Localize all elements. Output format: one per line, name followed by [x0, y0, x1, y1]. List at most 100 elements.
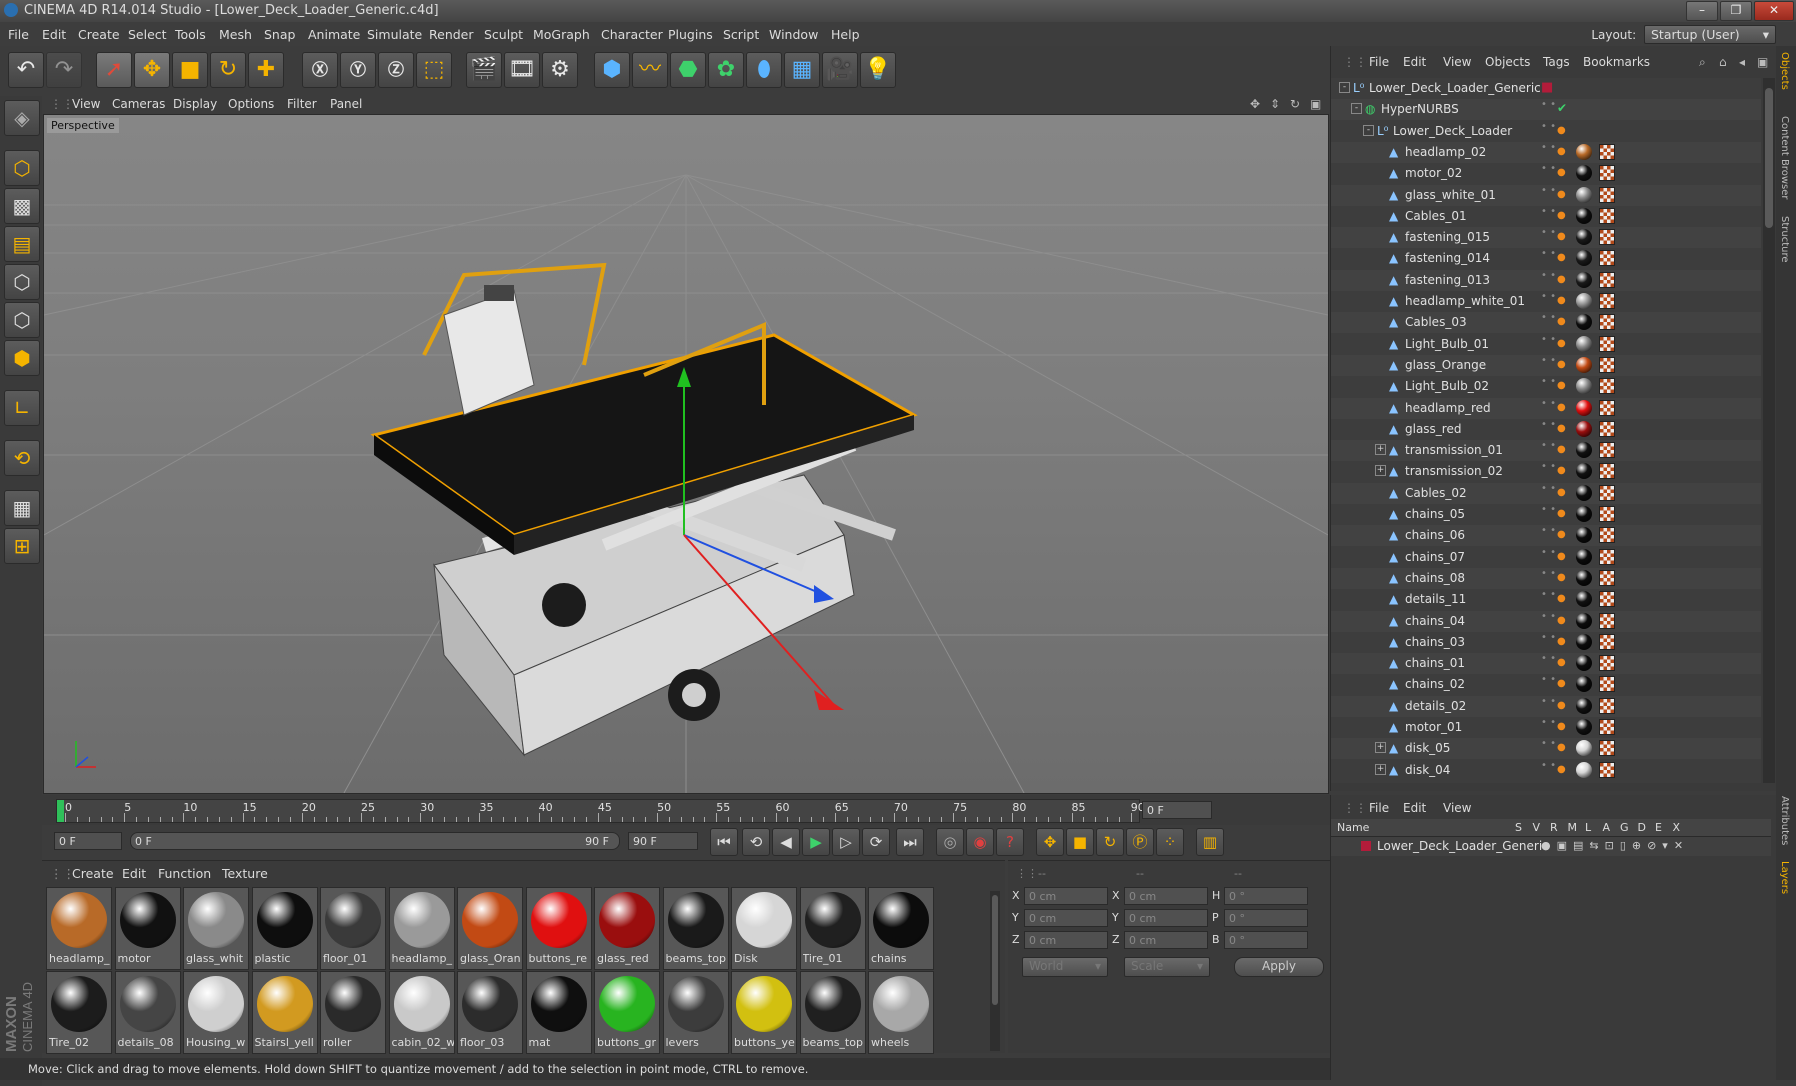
object-row[interactable]: ▲ Light_Bulb_02 • • ● [1331, 376, 1761, 397]
coord-rotation-field[interactable]: 0 ° [1224, 909, 1308, 927]
menu-create[interactable]: Create [78, 27, 120, 42]
material-swatch[interactable]: glass_Oran [457, 887, 523, 970]
object-row[interactable]: ▲ chains_05 • • ● [1331, 504, 1761, 525]
cloner-icon[interactable]: ✿ [708, 52, 744, 88]
object-row[interactable]: - L⁰ Lower_Deck_Loader_Generic ■ [1331, 78, 1761, 99]
viewport-menu-filter[interactable]: Filter [287, 97, 317, 111]
material-swatch[interactable]: buttons_gr [594, 971, 660, 1054]
go-to-start-icon[interactable]: ⏮ [710, 828, 738, 856]
side-tab-attributes[interactable]: Attributes [1779, 796, 1790, 845]
object-name[interactable]: chains_07 [1405, 550, 1465, 564]
material-tag-icon[interactable] [1576, 740, 1592, 757]
uvw-tag-icon[interactable] [1599, 484, 1615, 501]
layer-flags-icons[interactable]: ●▣▤⇆⊡▯⊕⊘▾✕ [1541, 839, 1689, 852]
material-swatch[interactable]: headlamp_ [46, 887, 112, 970]
uvw-tag-icon[interactable] [1599, 612, 1615, 629]
search-icon[interactable]: ⌕ [1699, 55, 1706, 70]
object-name[interactable]: transmission_02 [1405, 464, 1503, 478]
phong-tag-icon[interactable]: ● [1557, 167, 1566, 178]
material-tag-icon[interactable] [1576, 527, 1592, 544]
material-tag-icon[interactable] [1576, 442, 1592, 459]
object-name[interactable]: chains_02 [1405, 677, 1465, 691]
object-row[interactable]: - L⁰ Lower_Deck_Loader • • ● [1331, 121, 1761, 142]
viewport-menu-view[interactable]: View [72, 97, 100, 111]
phong-tag-icon[interactable]: ● [1557, 508, 1566, 519]
phong-tag-icon[interactable]: ● [1557, 252, 1566, 263]
menu-simulate[interactable]: Simulate [367, 27, 422, 42]
uvw-tag-icon[interactable] [1599, 186, 1615, 203]
object-name[interactable]: headlamp_red [1405, 401, 1491, 415]
undo-icon[interactable]: ↶ [8, 52, 44, 88]
rotate-tool-icon[interactable]: ↻ [210, 52, 246, 88]
locked-workplane-icon[interactable]: ⊞ [4, 528, 40, 564]
object-row[interactable]: ▲ chains_04 • • ● [1331, 610, 1761, 632]
phong-tag-icon[interactable]: ● [1557, 636, 1566, 647]
collapse-icon[interactable]: - [1351, 103, 1362, 115]
layer-column-a[interactable]: A [1603, 821, 1611, 834]
object-row[interactable]: ▲ Light_Bulb_01 • • ● [1331, 334, 1761, 355]
material-scrollbar[interactable] [990, 891, 1000, 1051]
layer-column-x[interactable]: X [1673, 821, 1681, 834]
menu-character[interactable]: Character [601, 27, 663, 42]
side-tab-content-browser[interactable]: Content Browser [1779, 116, 1790, 199]
live-selection-icon[interactable]: ➚ [96, 52, 132, 88]
material-tag-icon[interactable] [1576, 143, 1592, 160]
render-picture-viewer-icon[interactable]: 🎞 [504, 52, 540, 88]
phong-tag-icon[interactable]: ● [1557, 529, 1566, 540]
object-name[interactable]: motor_01 [1405, 720, 1462, 734]
subdivision-icon[interactable]: ⬣ [670, 52, 706, 88]
object-row[interactable]: ▲ chains_03 • • ● [1331, 632, 1761, 653]
phong-tag-icon[interactable]: ● [1557, 657, 1566, 668]
phong-tag-icon[interactable]: ● [1557, 764, 1566, 775]
object-row[interactable]: ▲ fastening_015 • • ● [1331, 227, 1761, 249]
material-menu-texture[interactable]: Texture [222, 866, 268, 881]
phong-tag-icon[interactable]: ● [1557, 742, 1566, 753]
material-tag-icon[interactable] [1576, 186, 1592, 203]
menu-render[interactable]: Render [429, 27, 474, 42]
phong-tag-icon[interactable]: ● [1557, 678, 1566, 689]
polygons-mode-icon[interactable]: ⬢ [4, 340, 40, 376]
maximize-button[interactable]: ❐ [1720, 1, 1752, 21]
uvw-tag-icon[interactable] [1599, 569, 1615, 586]
expand-icon[interactable]: + [1375, 444, 1386, 456]
object-row[interactable]: ▲ Cables_02 • • ● [1331, 482, 1761, 504]
menu-help[interactable]: Help [831, 27, 860, 42]
coord-position-field[interactable]: 0 cm [1024, 887, 1108, 905]
object-name[interactable]: Cables_01 [1405, 209, 1467, 223]
menu-snap[interactable]: Snap [264, 27, 295, 42]
new-manager-icon[interactable]: ▣ [1757, 55, 1768, 69]
material-tag-icon[interactable] [1576, 399, 1592, 416]
home-icon[interactable]: ⌂ [1719, 55, 1727, 69]
viewport-rotate-icon[interactable]: ↻ [1290, 97, 1300, 111]
expand-icon[interactable]: + [1375, 742, 1386, 754]
phong-tag-icon[interactable]: ● [1557, 423, 1566, 434]
uvw-tag-icon[interactable] [1599, 207, 1615, 224]
object-name[interactable]: Lower_Deck_Loader [1393, 124, 1512, 138]
object-row[interactable]: + ▲ disk_05 • • ● [1331, 738, 1761, 760]
material-tag-icon[interactable] [1576, 548, 1592, 565]
uvw-tag-icon[interactable] [1599, 761, 1615, 778]
uvw-tag-icon[interactable] [1599, 442, 1615, 459]
end-frame-field[interactable]: 90 F [628, 832, 698, 850]
layer-column-d[interactable]: D [1638, 821, 1646, 834]
material-tag-icon[interactable] [1576, 655, 1592, 672]
layer-column-g[interactable]: G [1620, 821, 1629, 834]
spline-pen-icon[interactable]: 〰 [632, 52, 668, 88]
frame-range-slider[interactable]: 0 F 90 F [130, 832, 620, 850]
viewport-zoom-icon[interactable]: ⇕ [1270, 97, 1280, 111]
material-swatch[interactable]: buttons_re [525, 887, 592, 970]
material-swatch[interactable]: Housing_w [183, 971, 249, 1054]
material-tag-icon[interactable] [1576, 271, 1592, 288]
material-tag-icon[interactable] [1576, 633, 1592, 650]
object-row[interactable]: ▲ chains_06 • • ● [1331, 525, 1761, 547]
layer-column-name[interactable]: Name [1337, 821, 1369, 834]
object-row[interactable]: + ▲ transmission_01 • • ● [1331, 440, 1761, 462]
side-tab-layers[interactable]: Layers [1779, 861, 1790, 894]
uvw-tag-icon[interactable] [1599, 719, 1615, 735]
material-swatch[interactable]: mat [525, 971, 592, 1054]
material-swatch[interactable]: floor_03 [457, 971, 523, 1054]
object-name[interactable]: chains_03 [1405, 635, 1465, 649]
material-swatch[interactable]: glass_red [594, 887, 660, 970]
viewport-layout-icon[interactable]: ▣ [1310, 97, 1321, 111]
apply-button[interactable]: Apply [1234, 957, 1324, 977]
